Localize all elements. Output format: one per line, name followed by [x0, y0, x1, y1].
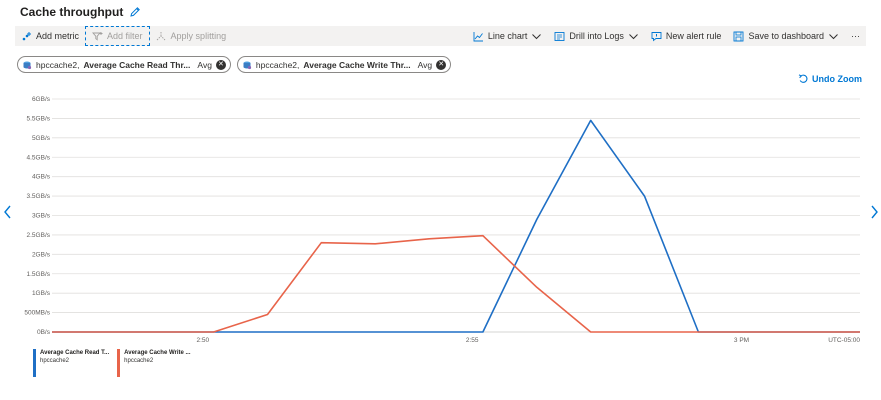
- legend-series-name: Average Cache Read T...: [40, 350, 110, 356]
- y-tick-label: 1GB/s: [32, 290, 51, 297]
- x-tick-label: 3 PM: [734, 337, 749, 344]
- y-tick-label: 4GB/s: [32, 174, 51, 181]
- legend-item-write[interactable]: Average Cache Write ... hpccache2: [117, 349, 191, 377]
- y-tick-label: 4.5GB/s: [27, 154, 51, 161]
- chart-legend: Average Cache Read T... hpccache2 Averag…: [33, 349, 191, 377]
- legend-color-bar: [117, 349, 121, 377]
- y-tick-label: 0B/s: [37, 329, 51, 336]
- y-tick-label: 2GB/s: [32, 251, 51, 258]
- y-tick-label: 1.5GB/s: [27, 271, 51, 278]
- y-tick-label: 500MB/s: [24, 310, 50, 317]
- legend-resource-name: hpccache2: [124, 358, 154, 364]
- x-tick-label: 2:55: [466, 337, 479, 344]
- y-tick-label: 3GB/s: [32, 213, 51, 220]
- legend-item-read[interactable]: Average Cache Read T... hpccache2: [33, 349, 109, 377]
- y-tick-label: 2.5GB/s: [27, 232, 51, 239]
- legend-color-bar: [33, 349, 36, 377]
- throughput-chart[interactable]: 0B/s 500MB/s 1GB/s 1.5GB/s 2GB/s 2.5GB/s 3GB/s…: [0, 0, 881, 350]
- y-tick-label: 5.5GB/s: [27, 115, 51, 122]
- y-tick-label: 3.5GB/s: [27, 193, 51, 200]
- timezone-label: UTC-05:00: [828, 337, 860, 344]
- series-line-write[interactable]: [52, 234, 860, 333]
- series-line-read[interactable]: [52, 119, 860, 333]
- y-tick-label: 5GB/s: [32, 135, 51, 142]
- legend-resource-name: hpccache2: [40, 358, 70, 364]
- x-tick-label: 2:50: [196, 337, 209, 344]
- y-tick-label: 6GB/s: [32, 96, 51, 103]
- legend-series-name: Average Cache Write ...: [124, 350, 191, 356]
